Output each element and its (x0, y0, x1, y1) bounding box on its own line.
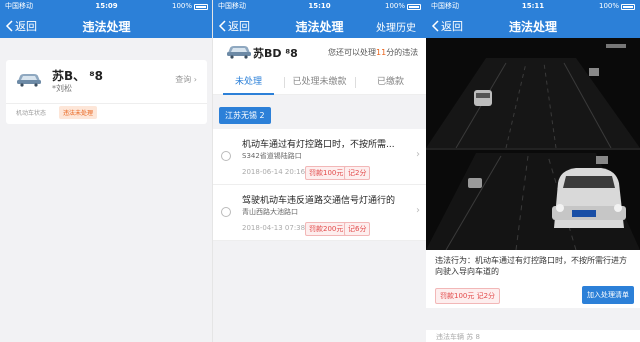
car-icon (17, 74, 41, 87)
battery-icon (407, 3, 421, 10)
select-radio[interactable] (221, 207, 231, 217)
battery-percent: 100% (598, 2, 619, 10)
remaining-count: 11 (376, 48, 387, 57)
status-bar: 中国移动 15:10 100% (213, 0, 426, 13)
evidence-photo[interactable] (426, 38, 640, 250)
violation-location: 青山西路大池路口 (242, 208, 298, 216)
vehicle-status-label: 机动车状态 (16, 110, 47, 117)
status-tabs: 未处理 已处理未缴款 已缴款 (213, 71, 426, 95)
points-badge: 记6分 (344, 222, 371, 236)
screen-2: 中国移动 15:10 100% 返回 违法处理 处理历史 苏BD ⁸8 您还可以… (213, 0, 426, 342)
violation-list: 机动车通过有灯控路口时，不按所需... S342省道锡陆路口 2018-06-1… (213, 129, 426, 241)
page-title: 违法处理 (82, 20, 131, 34)
points-badge: 记2分 (344, 166, 371, 180)
divider (6, 103, 207, 104)
history-link[interactable]: 处理历史 (376, 19, 416, 34)
header-bar: 中国移动 15:09 100% 返回 违法处理 (0, 0, 213, 38)
violation-title: 机动车通过有灯控路口时，不按所需... (242, 140, 395, 150)
fine-badge: 罚款100元 记2分 (435, 288, 501, 304)
header-bar: 中国移动 15:11 100% 返回 违法处理 (426, 0, 640, 38)
chevron-right-icon: › (416, 149, 420, 160)
tab-unprocessed[interactable]: 未处理 (213, 71, 284, 95)
violation-detail: 违法行为：机动车通过有灯控路口时，不按所需行进方向驶入导向车道的 罚款100元 … (426, 250, 640, 308)
violation-location: S342省道锡陆路口 (242, 152, 302, 160)
violation-item[interactable]: 机动车通过有灯控路口时，不按所需... S342省道锡陆路口 2018-06-1… (213, 129, 426, 185)
status-bar: 中国移动 15:11 100% (426, 0, 640, 13)
plate-number: 苏BD ⁸8 (253, 47, 298, 60)
violation-time: 2018-06-14 20:16 (242, 168, 306, 176)
fine-badge: 罚款200元 (305, 222, 348, 236)
fine-badge: 罚款100元 (305, 166, 348, 180)
vehicle-card[interactable]: 苏B、 ⁸8 *刘松 查询 › 机动车状态 违法未处理 (6, 60, 207, 124)
plate-number: 苏B、 ⁸8 (52, 69, 103, 83)
header-bar: 中国移动 15:10 100% 返回 违法处理 处理历史 (213, 0, 426, 38)
screen-3: 中国移动 15:11 100% 返回 违法处理 违法行为：机动车通过有灯控路口时… (426, 0, 640, 342)
camera-capture-image (426, 38, 640, 250)
tab-processed-unpaid[interactable]: 已处理未缴款 (284, 71, 355, 94)
region-filter[interactable]: 江苏无锡 2 (219, 107, 271, 124)
battery-icon (621, 3, 635, 10)
battery-icon (194, 3, 208, 10)
owner-name: *刘松 (52, 84, 72, 93)
violation-title: 驾驶机动车违反道路交通信号灯通行的 (242, 196, 396, 206)
status-badge: 违法未处理 (59, 106, 98, 119)
page-title: 违法处理 (508, 20, 557, 34)
chevron-right-icon: › (193, 75, 197, 84)
status-bar: 中国移动 15:09 100% (0, 0, 213, 13)
chevron-right-icon: › (416, 205, 420, 216)
remaining-points: 您还可以处理11分的违法 (328, 48, 419, 57)
vehicle-summary: 苏BD ⁸8 您还可以处理11分的违法 未处理 已处理未缴款 已缴款 (213, 38, 426, 95)
violation-item[interactable]: 驾驶机动车违反道路交通信号灯通行的 青山西路大池路口 2018-04-13 07… (213, 185, 426, 241)
screen-1: 中国移动 15:09 100% 返回 违法处理 苏B、 ⁸8 *刘松 查询 › … (0, 0, 213, 342)
battery-percent: 100% (171, 2, 192, 10)
select-radio[interactable] (221, 151, 231, 161)
next-section-peek: 违法车辆 苏 8 (426, 330, 640, 342)
tab-paid[interactable]: 已缴款 (355, 71, 426, 94)
add-to-list-button[interactable]: 加入处理清单 (582, 286, 634, 304)
violation-description: 违法行为：机动车通过有灯控路口时，不按所需行进方向驶入导向车道的 (435, 256, 627, 276)
car-icon (227, 46, 251, 59)
query-link[interactable]: 查询 › (175, 74, 197, 85)
violation-time: 2018-04-13 07:38 (242, 224, 306, 232)
battery-percent: 100% (384, 2, 405, 10)
